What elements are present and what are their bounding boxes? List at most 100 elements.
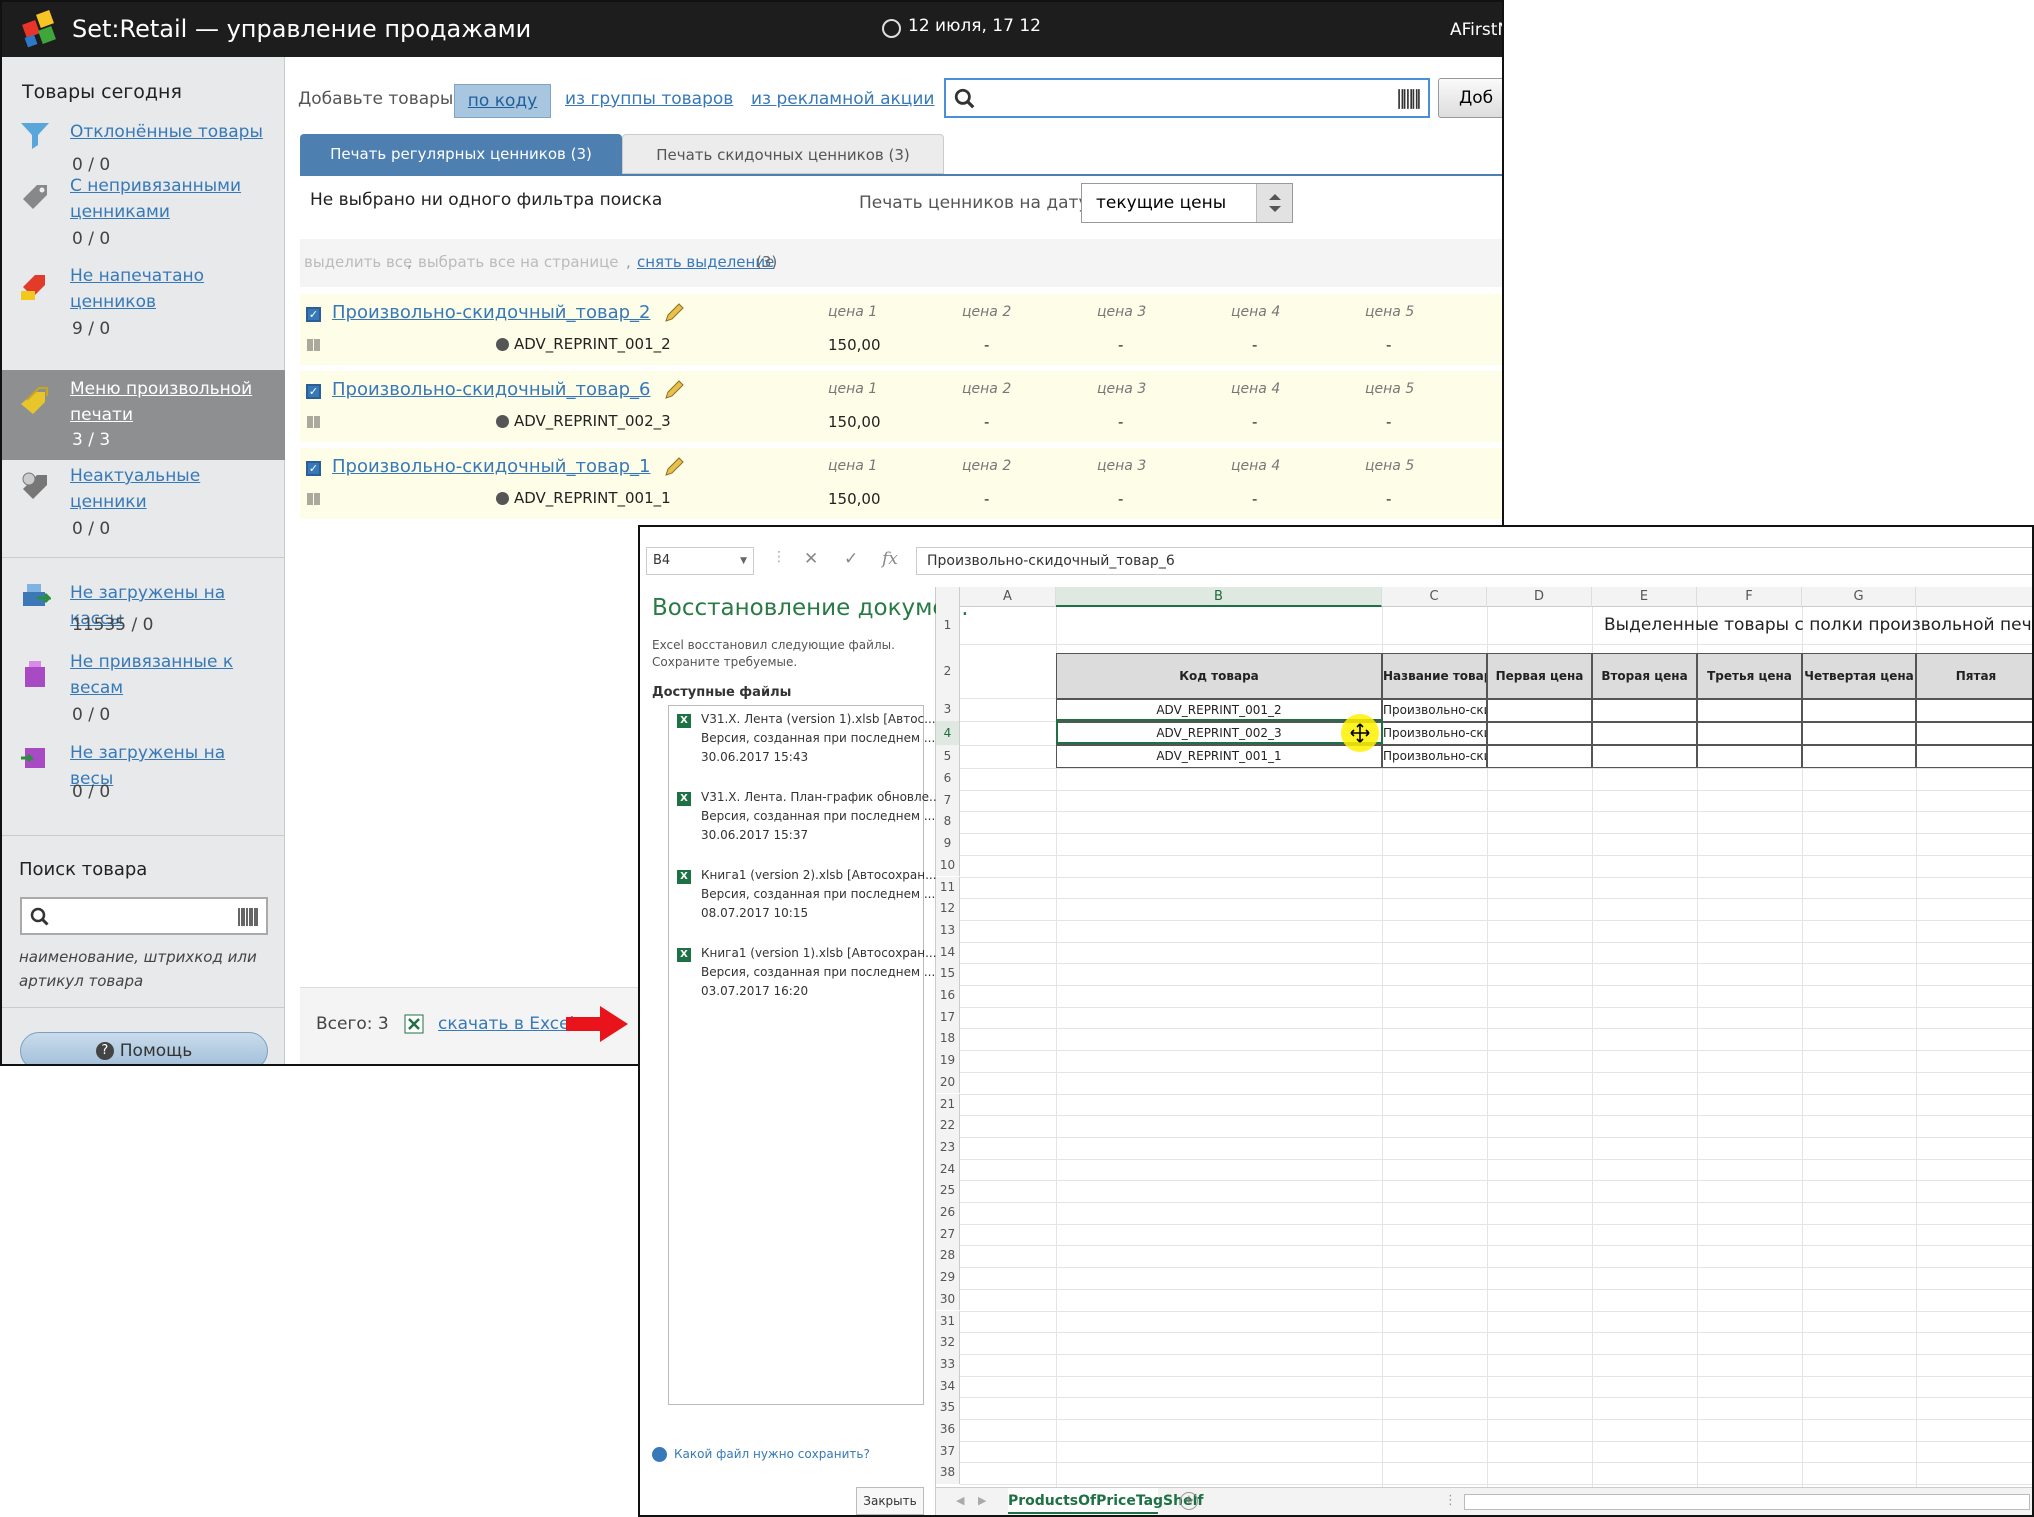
row-header[interactable]: 34 bbox=[936, 1375, 960, 1398]
row-header[interactable]: 31 bbox=[936, 1310, 960, 1333]
table-cell[interactable] bbox=[1697, 745, 1802, 768]
function-icon[interactable]: fx bbox=[882, 549, 898, 569]
row-header[interactable]: 7 bbox=[936, 789, 960, 812]
tab-discount-tags[interactable]: Печать скидочных ценников (3) bbox=[622, 134, 944, 174]
column-header[interactable]: E bbox=[1592, 587, 1697, 607]
row-header[interactable]: 11 bbox=[936, 876, 960, 899]
row-header[interactable]: 36 bbox=[936, 1419, 960, 1441]
recovery-help-link[interactable]: Какой файл нужно сохранить? bbox=[674, 1447, 870, 1461]
table-header-cell[interactable]: Вторая цена bbox=[1592, 653, 1697, 699]
sidebar-item-not-linked-scales[interactable]: Не привязанные к весам 0 / 0 bbox=[2, 649, 285, 725]
product-name-link[interactable]: Произвольно-скидочный_товар_1 bbox=[332, 456, 651, 477]
sheet-tab[interactable]: ProductsOfPriceTagShelf bbox=[1008, 1488, 1204, 1514]
sidebar-item-label[interactable]: Не напечатано ценников bbox=[70, 263, 220, 315]
table-cell[interactable]: ADV_REPRINT_001_1 bbox=[1056, 745, 1382, 768]
row-header[interactable]: 5 bbox=[936, 745, 960, 768]
close-button[interactable]: Закрыть bbox=[856, 1487, 924, 1515]
sidebar-item-label[interactable]: Неактуальные ценники bbox=[70, 463, 220, 515]
row-header[interactable]: 3 bbox=[936, 698, 960, 721]
add-product-search-input[interactable] bbox=[944, 78, 1430, 118]
add-from-group-link[interactable]: из группы товаров bbox=[565, 89, 733, 109]
sidebar-item-label[interactable]: Не привязанные к весам bbox=[70, 649, 240, 701]
table-cell[interactable] bbox=[1697, 699, 1802, 722]
table-header-cell[interactable]: Первая цена bbox=[1487, 653, 1592, 699]
table-cell[interactable] bbox=[1487, 699, 1592, 722]
sidebar-item-outdated-tags[interactable]: Неактуальные ценники 0 / 0 bbox=[2, 463, 285, 539]
product-checkbox[interactable]: ✓ bbox=[306, 461, 321, 476]
row-header[interactable]: 13 bbox=[936, 919, 960, 942]
row-header[interactable]: 8 bbox=[936, 811, 960, 834]
row-header[interactable]: 23 bbox=[936, 1136, 960, 1159]
column-header[interactable]: D bbox=[1487, 587, 1592, 607]
sidebar-item-label[interactable]: Меню произвольной печати bbox=[70, 376, 260, 428]
table-cell[interactable]: Произвольно-скидочный_товар_6 bbox=[1382, 722, 1487, 745]
column-header[interactable]: F bbox=[1697, 587, 1802, 607]
table-cell[interactable] bbox=[1802, 722, 1916, 745]
tab-split-grip-icon[interactable]: ⋮ bbox=[1444, 1493, 1457, 1508]
table-cell[interactable] bbox=[1802, 745, 1916, 768]
barcode-icon[interactable] bbox=[238, 908, 258, 926]
cancel-icon[interactable]: ✕ bbox=[804, 549, 818, 569]
table-cell[interactable] bbox=[1916, 699, 2032, 722]
row-header[interactable]: 26 bbox=[936, 1202, 960, 1224]
product-search-input[interactable] bbox=[20, 897, 268, 935]
row-header[interactable]: 35 bbox=[936, 1397, 960, 1419]
add-by-code-button[interactable]: по коду bbox=[454, 84, 551, 118]
download-excel-link[interactable]: скачать в Excel bbox=[438, 1014, 574, 1034]
table-cell[interactable] bbox=[1487, 722, 1592, 745]
barcode-icon[interactable] bbox=[1398, 89, 1420, 109]
table-header-cell[interactable]: Четвертая цена bbox=[1802, 653, 1916, 699]
row-header[interactable]: 28 bbox=[936, 1245, 960, 1268]
row-header[interactable]: 12 bbox=[936, 898, 960, 920]
sidebar-item-not-loaded-registers[interactable]: Не загружены на кассы 11535 / 0 bbox=[2, 580, 285, 640]
row-header[interactable]: 10 bbox=[936, 854, 960, 877]
horizontal-scrollbar[interactable] bbox=[1464, 1494, 2030, 1510]
sidebar-item-not-loaded-scales[interactable]: Не загружены на весы 0 / 0 bbox=[2, 740, 285, 802]
row-header[interactable]: 16 bbox=[936, 985, 960, 1007]
row-header[interactable]: 21 bbox=[936, 1093, 960, 1116]
sidebar-item-label[interactable]: С непривязанными ценниками bbox=[70, 173, 250, 225]
edit-pencil-icon[interactable] bbox=[663, 379, 685, 401]
row-header[interactable]: 30 bbox=[936, 1288, 960, 1311]
row-header[interactable]: 9 bbox=[936, 833, 960, 855]
column-header[interactable]: C bbox=[1382, 587, 1487, 607]
column-header[interactable]: G bbox=[1802, 587, 1916, 607]
edit-pencil-icon[interactable] bbox=[663, 456, 685, 478]
row-header[interactable]: 27 bbox=[936, 1223, 960, 1246]
select-all-link[interactable]: выделить все bbox=[304, 253, 412, 271]
row-header[interactable]: 17 bbox=[936, 1006, 960, 1029]
user-name[interactable]: AFirstN bbox=[1450, 20, 1502, 40]
column-header[interactable]: A bbox=[960, 587, 1056, 607]
row-header[interactable]: 20 bbox=[936, 1071, 960, 1094]
name-box[interactable]: B4 ▼ bbox=[646, 547, 754, 575]
table-cell[interactable]: Произвольно-скидочный_товар_1 bbox=[1382, 745, 1487, 768]
column-header[interactable]: B bbox=[1056, 587, 1382, 607]
sidebar-item-unlinked-tags[interactable]: С непривязанными ценниками 0 / 0 bbox=[2, 173, 285, 249]
table-cell[interactable] bbox=[1592, 699, 1697, 722]
row-header[interactable]: 4 bbox=[936, 721, 960, 745]
row-header[interactable]: 38 bbox=[936, 1462, 960, 1485]
table-header-cell[interactable]: Третья цена bbox=[1697, 653, 1802, 699]
add-sheet-icon[interactable]: + bbox=[1180, 1492, 1198, 1510]
table-header-cell[interactable]: Пятая bbox=[1916, 653, 2032, 699]
product-name-link[interactable]: Произвольно-скидочный_товар_6 bbox=[332, 379, 651, 400]
table-cell[interactable] bbox=[1802, 699, 1916, 722]
row-header[interactable]: 33 bbox=[936, 1353, 960, 1376]
product-checkbox[interactable]: ✓ bbox=[306, 384, 321, 399]
edit-pencil-icon[interactable] bbox=[663, 302, 685, 324]
table-cell[interactable] bbox=[1487, 745, 1592, 768]
add-from-promo-link[interactable]: из рекламной акции bbox=[751, 89, 934, 109]
row-header[interactable]: 19 bbox=[936, 1050, 960, 1072]
select-all-corner[interactable] bbox=[936, 587, 960, 607]
row-header[interactable]: 32 bbox=[936, 1332, 960, 1354]
table-cell[interactable] bbox=[1592, 722, 1697, 745]
table-cell[interactable]: Произвольно-скидочный_товар_2 bbox=[1382, 699, 1487, 722]
scroll-left-icon[interactable]: ◀ bbox=[956, 1494, 964, 1507]
scroll-right-icon[interactable]: ▶ bbox=[978, 1494, 986, 1507]
row-header[interactable]: 22 bbox=[936, 1115, 960, 1137]
spreadsheet-grid[interactable]: ABCDEFG 1 2 3 4 5 6 7 8 9 10 11 12 13 14 15 16 17 18 19 20 2… bbox=[936, 587, 2032, 1515]
table-cell[interactable] bbox=[1697, 722, 1802, 745]
table-header-cell[interactable]: Код товара bbox=[1056, 653, 1382, 699]
sidebar-item-not-printed[interactable]: Не напечатано ценников 9 / 0 bbox=[2, 263, 285, 339]
row-header[interactable]: 15 bbox=[936, 963, 960, 985]
